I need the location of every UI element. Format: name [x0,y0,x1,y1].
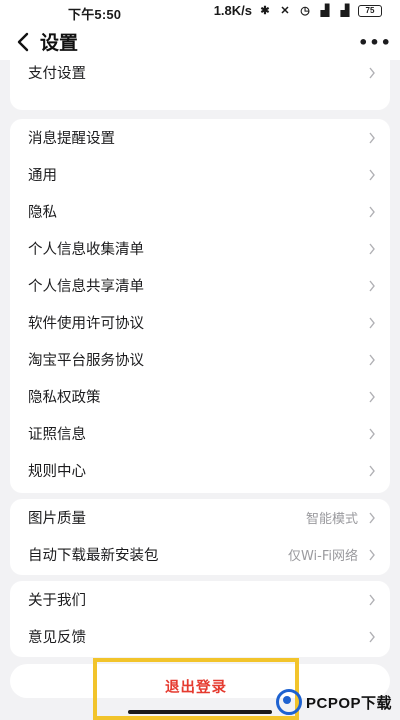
chevron-right-icon [368,279,378,293]
chevron-right-icon [368,593,378,607]
status-icons: 1.8K/s ✱ ✕ ◷ ▟ ▟ 75 [214,3,382,18]
settings-item-software-license[interactable]: 软件使用许可协议 [10,304,390,341]
settings-item-general[interactable]: 通用 [10,156,390,193]
settings-item-info-sharing[interactable]: 个人信息共享清单 [10,267,390,304]
chevron-left-icon [17,32,29,52]
settings-item-label: 自动下载最新安装包 [28,548,159,564]
chevron-right-icon [368,205,378,219]
chevron-right-icon [368,427,378,441]
settings-item-label: 隐私权政策 [28,390,101,406]
settings-item-label: 关于我们 [28,593,86,609]
settings-item-label: 淘宝平台服务协议 [28,353,144,369]
settings-item-label: 支付设置 [28,66,86,82]
watermark: PCPOP下载 [276,684,400,720]
settings-item-label: 个人信息共享清单 [28,279,144,295]
settings-item-license-info[interactable]: 证照信息 [10,415,390,452]
settings-item-privacy-policy[interactable]: 隐私权政策 [10,378,390,415]
chevron-right-icon [368,464,378,478]
settings-item-label: 个人信息收集清单 [28,242,144,258]
settings-item-rules-center[interactable]: 规则中心 [10,452,390,489]
settings-item-label: 意见反馈 [28,630,86,646]
watermark-logo-icon [276,689,302,715]
settings-group-media: 图片质量 智能模式 自动下载最新安装包 仅Wi-Fi网络 [10,499,390,575]
settings-item-about-us[interactable]: 关于我们 [10,581,390,618]
settings-group-payment: 支付设置 [10,60,390,110]
chevron-right-icon [368,511,378,525]
logout-label: 退出登录 [165,680,227,696]
more-button[interactable]: ••• [358,32,391,52]
chevron-right-icon [368,131,378,145]
watermark-text: PCPOP下载 [306,694,393,712]
settings-item-label: 隐私 [28,205,57,221]
signal-icon-2: ▟ [340,4,350,17]
chevron-right-icon [368,66,378,80]
settings-list[interactable]: 支付设置 消息提醒设置 通用 隐私 个人信息收集清单 个人信息共享清单 软件使用… [0,60,400,720]
page-title: 设置 [40,32,79,54]
settings-item-label: 图片质量 [28,511,86,527]
battery-icon: 75 [358,4,382,17]
chevron-right-icon [368,390,378,404]
settings-item-label: 消息提醒设置 [28,131,115,147]
settings-item-auto-download[interactable]: 自动下载最新安装包 仅Wi-Fi网络 [10,536,390,573]
settings-item-privacy[interactable]: 隐私 [10,193,390,230]
settings-item-image-quality[interactable]: 图片质量 智能模式 [10,499,390,536]
settings-item-notification[interactable]: 消息提醒设置 [10,119,390,156]
chevron-right-icon [368,316,378,330]
settings-item-label: 软件使用许可协议 [28,316,144,332]
settings-item-value: 仅Wi-Fi网络 [287,549,358,564]
chevron-right-icon [368,353,378,367]
chevron-right-icon [368,242,378,256]
nav-bar: 设置 ••• [0,24,400,60]
status-time: 下午5:50 [68,7,122,22]
network-speed: 1.8K/s [213,3,252,18]
settings-item-label: 通用 [28,168,57,184]
back-button[interactable] [10,28,36,56]
signal-icon: ▟ [320,4,330,17]
status-bar: 下午5:50 1.8K/s ✱ ✕ ◷ ▟ ▟ 75 [0,0,400,24]
home-indicator [128,710,272,714]
settings-item-label: 规则中心 [28,464,86,480]
settings-item-info-collection[interactable]: 个人信息收集清单 [10,230,390,267]
settings-item-value: 智能模式 [305,512,358,527]
settings-item-feedback[interactable]: 意见反馈 [10,618,390,655]
settings-item-label: 证照信息 [28,427,86,443]
chevron-right-icon [368,630,378,644]
settings-item-payment[interactable]: 支付设置 [10,60,390,91]
chevron-right-icon [368,548,378,562]
bluetooth-icon: ✱ [260,4,270,17]
settings-group-about: 关于我们 意见反馈 [10,581,390,657]
settings-group-general: 消息提醒设置 通用 隐私 个人信息收集清单 个人信息共享清单 软件使用许可协议 … [10,119,390,493]
mute-icon: ✕ [280,4,290,17]
more-icon: ••• [358,32,392,52]
chevron-right-icon [368,168,378,182]
alarm-icon: ◷ [300,4,310,17]
settings-item-platform-agreement[interactable]: 淘宝平台服务协议 [10,341,390,378]
